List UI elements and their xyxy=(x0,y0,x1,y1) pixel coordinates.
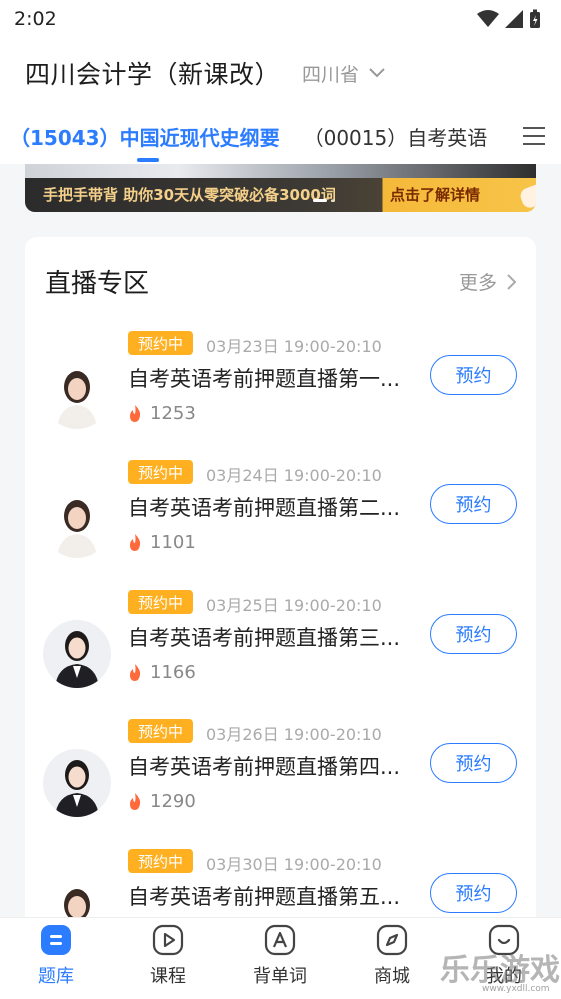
province-label: 四川省 xyxy=(302,63,360,86)
question-bank-icon xyxy=(41,925,71,955)
reserve-button[interactable]: 预约 xyxy=(430,355,517,395)
compass-icon xyxy=(376,924,408,956)
flame-icon xyxy=(130,405,141,422)
banner-image-strip xyxy=(25,164,536,178)
signal-icon xyxy=(505,10,523,28)
page-title: 四川会计学（新课改） xyxy=(25,60,281,89)
nav-courses[interactable]: 课程 xyxy=(128,924,208,988)
heat-count: 1101 xyxy=(128,532,196,553)
live-time: 03月30日 19:00-20:10 xyxy=(206,855,382,874)
status-badge: 预约中 xyxy=(128,331,194,355)
hand-pointer-icon xyxy=(518,182,536,210)
live-title: 自考英语考前押题直播第二... xyxy=(128,496,401,520)
heat-count: 1290 xyxy=(128,791,196,812)
live-time: 03月24日 19:00-20:10 xyxy=(206,466,382,485)
province-selector[interactable]: 四川省 xyxy=(302,60,385,87)
header: 四川会计学（新课改） 四川省 xyxy=(0,38,561,108)
battery-icon xyxy=(530,9,540,28)
live-item[interactable]: 预约中 03月25日 19:00-20:10 自考英语考前押题直播第三... 1… xyxy=(25,590,536,710)
nav-label: 背单词 xyxy=(253,966,307,987)
avatar xyxy=(43,620,111,688)
tabs-menu-button[interactable] xyxy=(507,108,561,164)
avatar xyxy=(43,361,111,429)
more-link[interactable]: 更多 xyxy=(459,268,516,295)
watermark-url: www.yxdll.com xyxy=(482,984,550,994)
nav-label: 商城 xyxy=(374,966,410,987)
live-title: 自考英语考前押题直播第一... xyxy=(128,367,401,391)
tab-00015[interactable]: （00015）自考英语 xyxy=(304,108,488,164)
menu-icon xyxy=(523,127,545,145)
subject-tabs: （15043）中国近现代史纲要 （00015）自考英语 xyxy=(0,108,561,164)
reserve-button[interactable]: 预约 xyxy=(430,614,517,654)
nav-label: 课程 xyxy=(150,966,186,987)
tab-active-indicator xyxy=(137,158,159,162)
avatar xyxy=(43,749,111,817)
live-time: 03月23日 19:00-20:10 xyxy=(206,337,382,356)
live-item[interactable]: 预约中 03月24日 19:00-20:10 自考英语考前押题直播第二... 1… xyxy=(25,460,536,580)
pager-dot-active xyxy=(313,199,327,202)
live-title: 自考英语考前押题直播第四... xyxy=(128,755,401,779)
more-label: 更多 xyxy=(458,272,497,294)
nav-mall[interactable]: 商城 xyxy=(352,924,432,988)
tab-15043[interactable]: （15043）中国近现代史纲要 xyxy=(10,108,280,164)
flame-icon xyxy=(130,664,141,681)
banner-slogan: 手把手带背 助你30天从零突破必备3000词 xyxy=(43,186,336,204)
nav-question-bank[interactable]: 题库 xyxy=(16,924,96,988)
heat-count: 1166 xyxy=(128,662,196,683)
heat-value: 1166 xyxy=(150,662,196,683)
wifi-icon xyxy=(477,10,499,27)
promo-banner[interactable]: 手把手带背 助你30天从零突破必备3000词 点击了解详情 xyxy=(25,164,536,212)
heat-count: 1253 xyxy=(128,403,196,424)
section-title: 直播专区 xyxy=(45,269,150,299)
heat-value: 1290 xyxy=(150,791,196,812)
nav-label: 题库 xyxy=(38,966,74,987)
live-time: 03月25日 19:00-20:10 xyxy=(206,596,382,615)
live-title: 自考英语考前押题直播第五... xyxy=(128,885,401,909)
live-time: 03月26日 19:00-20:10 xyxy=(206,725,382,744)
live-title: 自考英语考前押题直播第三... xyxy=(128,626,401,650)
nav-vocabulary[interactable]: 背单词 xyxy=(240,924,320,988)
banner-cta: 点击了解详情 xyxy=(390,186,481,204)
status-badge: 预约中 xyxy=(128,590,194,614)
status-badge: 预约中 xyxy=(128,849,194,873)
letter-a-icon xyxy=(264,924,296,956)
heat-value: 1101 xyxy=(150,532,196,553)
play-icon xyxy=(152,924,184,956)
flame-icon xyxy=(130,534,141,551)
pager-dot xyxy=(331,199,335,202)
avatar xyxy=(43,490,111,558)
tab-label: （15043）中国近现代史纲要 xyxy=(10,125,280,150)
heat-value: 1253 xyxy=(150,403,196,424)
status-icons xyxy=(477,9,541,29)
reserve-button[interactable]: 预约 xyxy=(430,873,517,913)
status-badge: 预约中 xyxy=(128,719,194,743)
status-badge: 预约中 xyxy=(128,460,194,484)
watermark: 乐乐游戏 xyxy=(440,953,560,988)
live-item[interactable]: 预约中 03月26日 19:00-20:10 自考英语考前押题直播第四... 1… xyxy=(25,719,536,839)
tab-label: （00015）自考英语 xyxy=(303,125,488,150)
reserve-button[interactable]: 预约 xyxy=(430,743,517,783)
live-item[interactable]: 预约中 03月23日 19:00-20:10 自考英语考前押题直播第一... 1… xyxy=(25,331,536,451)
live-section: 直播专区 更多 预约中 03月23日 19:00-20:10 自考英语考前押题直… xyxy=(25,237,536,937)
chevron-right-icon xyxy=(507,273,516,290)
banner-pager xyxy=(313,199,335,202)
status-time: 2:02 xyxy=(14,8,57,30)
chevron-down-icon xyxy=(369,68,385,78)
reserve-button[interactable]: 预约 xyxy=(430,484,517,524)
flame-icon xyxy=(130,793,141,810)
live-section-header: 直播专区 更多 xyxy=(45,263,516,300)
status-bar: 2:02 xyxy=(0,0,561,38)
